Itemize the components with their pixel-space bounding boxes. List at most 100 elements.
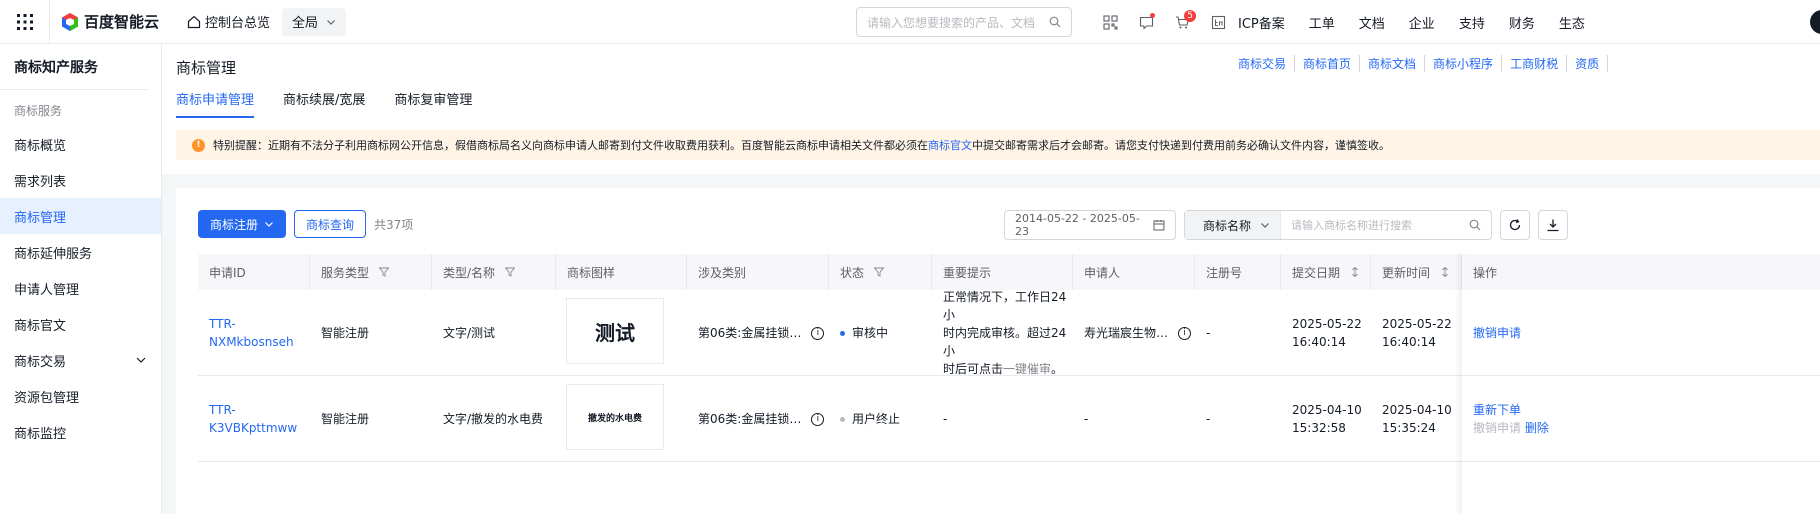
date-text: 2025-04-10 (1292, 403, 1362, 417)
top-link-icp[interactable]: ICP备案 (1238, 13, 1285, 32)
quick-link-qualification[interactable]: 资质 (1567, 55, 1609, 72)
tip-suffix: 。 (1051, 362, 1064, 376)
time-text: 16:40:14 (1382, 335, 1436, 349)
sidebar-item-trademark-management[interactable]: 商标管理 (0, 198, 161, 234)
download-button[interactable] (1538, 210, 1568, 240)
type-name: 文字/测试 (443, 326, 496, 340)
cart-button[interactable]: 5 (1164, 0, 1200, 44)
th-label: 申请ID (209, 265, 246, 280)
notice-link[interactable]: 商标官文 (928, 137, 972, 153)
quick-link-home[interactable]: 商标首页 (1295, 55, 1361, 72)
date-text: 2025-05-22 (1292, 317, 1362, 331)
page-title: 商标管理 (176, 59, 237, 77)
console-home-link[interactable]: 控制台总览 (187, 12, 270, 31)
filter-field-value: 商标名称 (1203, 218, 1252, 233)
info-icon[interactable]: i (1178, 326, 1192, 340)
filter-icon[interactable] (874, 267, 885, 277)
message-button[interactable] (1128, 0, 1164, 44)
tab-review-management[interactable]: 商标复审管理 (394, 89, 472, 118)
info-icon[interactable]: i (811, 412, 825, 426)
register-label: 商标注册 (210, 217, 259, 232)
search-icon[interactable] (1469, 219, 1481, 231)
product-menu-button[interactable] (0, 0, 50, 44)
sidebar-item-label: 商标延伸服务 (14, 246, 93, 262)
status: 审核中 (829, 290, 888, 376)
time-text: 15:32:58 (1292, 421, 1346, 435)
top-icon-group: 5 (1092, 0, 1236, 44)
top-link-ecosystem[interactable]: 生态 (1559, 13, 1585, 32)
sidebar-item-official-documents[interactable]: 商标官文 (0, 306, 161, 342)
total-count: 共37项 (374, 217, 414, 232)
avatar[interactable] (1810, 10, 1820, 34)
sidebar-item-trademark-trade[interactable]: 商标交易 (0, 342, 161, 378)
submit-date: 2025-04-10 15:32:58 (1281, 376, 1362, 462)
top-link-support[interactable]: 支持 (1459, 13, 1485, 32)
quick-link-miniprogram[interactable]: 商标小程序 (1425, 55, 1503, 72)
date-range-value: 2014-05-22 - 2025-05-23 (1015, 212, 1140, 238)
cancel-application-link-disabled[interactable]: 撤销申请 (1473, 421, 1521, 435)
search-icon (1049, 16, 1061, 28)
table-row: TTR- NXMkbosnseh 智能注册 文字/测试 测试 第06类:金属挂锁… (198, 290, 1820, 376)
status: 用户终止 (829, 376, 900, 462)
qrcode-button[interactable] (1092, 0, 1128, 44)
global-search-input[interactable]: 请输入您想要搜索的产品、文档 (856, 7, 1072, 37)
top-navigation-bar: 百度智能云 控制台总览 全局 请输入您想要搜索的产品、文档 5 ICP备案 工单… (0, 0, 1820, 44)
sidebar-item-trademark-monitor[interactable]: 商标监控 (0, 414, 161, 450)
top-link-finance[interactable]: 财务 (1509, 13, 1535, 32)
application-id-part: TTR- (209, 403, 236, 417)
sidebar-item-demand-list[interactable]: 需求列表 (0, 162, 161, 198)
filter-icon[interactable] (505, 267, 516, 277)
th-label: 更新时间 (1382, 265, 1431, 280)
language-button[interactable] (1200, 0, 1236, 44)
notice-text: 特别提醒：近期有不法分子利用商标网公开信息，假借商标局名义向商标申请人邮寄到付文… (213, 139, 928, 152)
warning-notice: ! 特别提醒：近期有不法分子利用商标网公开信息，假借商标局名义向商标申请人邮寄到… (176, 130, 1820, 160)
th-submit-date[interactable]: 提交日期 (1281, 254, 1371, 290)
th-update-time[interactable]: 更新时间 (1371, 254, 1462, 290)
main-content: 商标管理 商标交易 商标首页 商标文档 商标小程序 工商财税 资质 商标申请管理… (162, 44, 1820, 514)
quick-link-tax[interactable]: 工商财税 (1502, 55, 1568, 72)
top-link-enterprise[interactable]: 企业 (1409, 13, 1435, 32)
region-selector[interactable]: 全局 (282, 7, 347, 36)
application-id-link[interactable]: TTR- K3VBKpttmww (198, 376, 310, 462)
reorder-link[interactable]: 重新下单 (1473, 401, 1521, 419)
cancel-application-link[interactable]: 撤销申请 (1462, 290, 1521, 376)
query-trademark-button[interactable]: 商标查询 (294, 210, 367, 238)
date-range-picker[interactable]: 2014-05-22 - 2025-05-23 (1004, 210, 1176, 240)
registration-no: - (1206, 412, 1211, 426)
baidu-cloud-logo[interactable]: 百度智能云 (60, 11, 159, 32)
sidebar-item-extension-service[interactable]: 商标延伸服务 (0, 234, 161, 270)
top-link-docs[interactable]: 文档 (1359, 13, 1385, 32)
application-table-card: 商标注册 商标查询 共37项 2014-05-22 - 2025-05-23 商… (176, 188, 1820, 514)
filter-field-select[interactable]: 商标名称 (1185, 211, 1281, 239)
tab-application-management[interactable]: 商标申请管理 (176, 89, 255, 118)
top-link-ticket[interactable]: 工单 (1309, 13, 1335, 32)
refresh-button[interactable] (1500, 210, 1530, 240)
sidebar-item-applicant-management[interactable]: 申请人管理 (0, 270, 161, 306)
filter-icon[interactable] (379, 267, 390, 277)
tip-line: 时内完成审核。超过24小 (943, 326, 1067, 358)
quick-link-trade[interactable]: 商标交易 (1238, 55, 1296, 72)
status-text: 审核中 (852, 326, 889, 340)
register-trademark-button[interactable]: 商标注册 (198, 210, 287, 238)
sidebar-item-overview[interactable]: 商标概览 (0, 126, 161, 162)
trademark-image: 测试 (566, 298, 664, 364)
status-text: 用户终止 (852, 412, 901, 426)
th-label: 服务类型 (321, 265, 370, 280)
urge-review-link[interactable]: 一键催审 (1003, 362, 1051, 376)
sidebar-item-resource-package[interactable]: 资源包管理 (0, 378, 161, 414)
sidebar-item-label: 需求列表 (14, 174, 67, 190)
category: 第06类:金属挂锁… i (687, 290, 825, 376)
info-icon[interactable]: i (811, 326, 825, 340)
trademark-name-search-input[interactable]: 请输入商标名称进行搜索 (1281, 217, 1491, 233)
message-dot (1150, 13, 1155, 18)
update-time: 2025-05-22 16:40:14 (1371, 290, 1452, 376)
logo-text: 百度智能云 (84, 13, 160, 31)
tab-renewal[interactable]: 商标续展/宽展 (283, 89, 365, 118)
th-label: 重要提示 (943, 265, 992, 280)
delete-link[interactable]: 删除 (1525, 421, 1549, 435)
application-id-link[interactable]: TTR- NXMkbosnseh (198, 290, 310, 376)
sidebar-item-label: 资源包管理 (14, 390, 80, 406)
refresh-icon (1509, 219, 1521, 231)
quick-link-docs[interactable]: 商标文档 (1360, 55, 1426, 72)
type-name: 文字/撤发的水电费 (443, 412, 544, 426)
